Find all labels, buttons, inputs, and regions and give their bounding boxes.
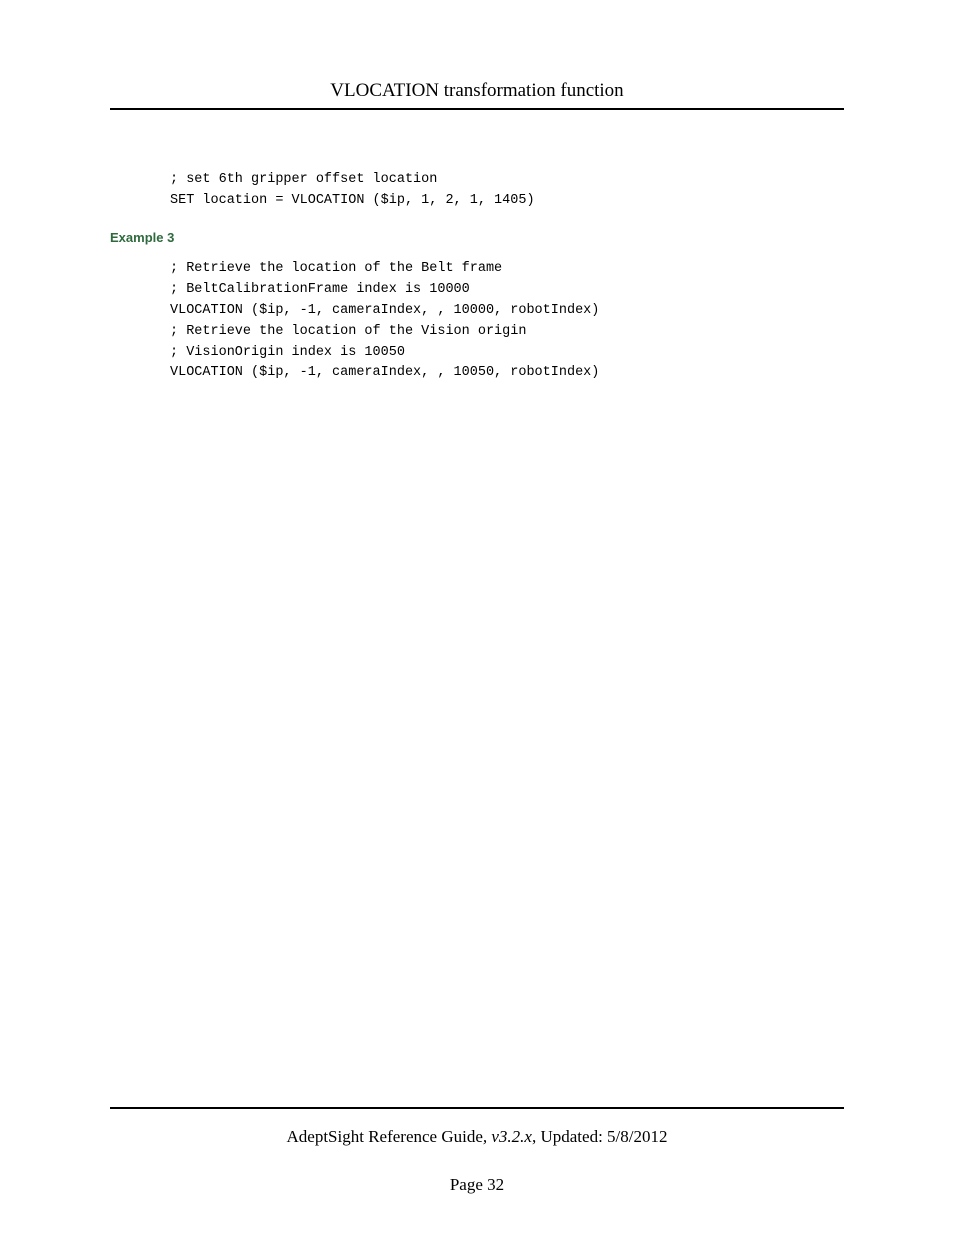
footer-guide-line: AdeptSight Reference Guide, v3.2.x, Upda… (110, 1127, 844, 1147)
page-header: VLOCATION transformation function (110, 80, 844, 110)
code-line: ; Retrieve the location of the Belt fram… (170, 261, 502, 276)
footer-updated: , Updated: 5/8/2012 (532, 1127, 668, 1146)
footer-guide-name: AdeptSight Reference Guide (287, 1127, 483, 1146)
example-3-heading: Example 3 (110, 230, 844, 245)
footer-version: , v3.2.x (483, 1127, 532, 1146)
code-line: ; Retrieve the location of the Vision or… (170, 324, 526, 339)
header-title: VLOCATION transformation function (330, 80, 623, 101)
footer-page-number: Page 32 (110, 1175, 844, 1195)
code-block-1: ; set 6th gripper offset location SET lo… (170, 170, 844, 212)
code-line: VLOCATION ($ip, -1, cameraIndex, , 10000… (170, 303, 599, 318)
document-page: VLOCATION transformation function ; set … (0, 0, 954, 1235)
code-line: ; VisionOrigin index is 10050 (170, 345, 405, 360)
code-line: ; BeltCalibrationFrame index is 10000 (170, 282, 470, 297)
page-footer: AdeptSight Reference Guide, v3.2.x, Upda… (110, 1107, 844, 1195)
code-line: VLOCATION ($ip, -1, cameraIndex, , 10050… (170, 365, 599, 380)
footer-rule (110, 1107, 844, 1109)
code-line: ; set 6th gripper offset location (170, 172, 437, 187)
code-block-2: ; Retrieve the location of the Belt fram… (170, 259, 844, 385)
code-line: SET location = VLOCATION ($ip, 1, 2, 1, … (170, 193, 535, 208)
